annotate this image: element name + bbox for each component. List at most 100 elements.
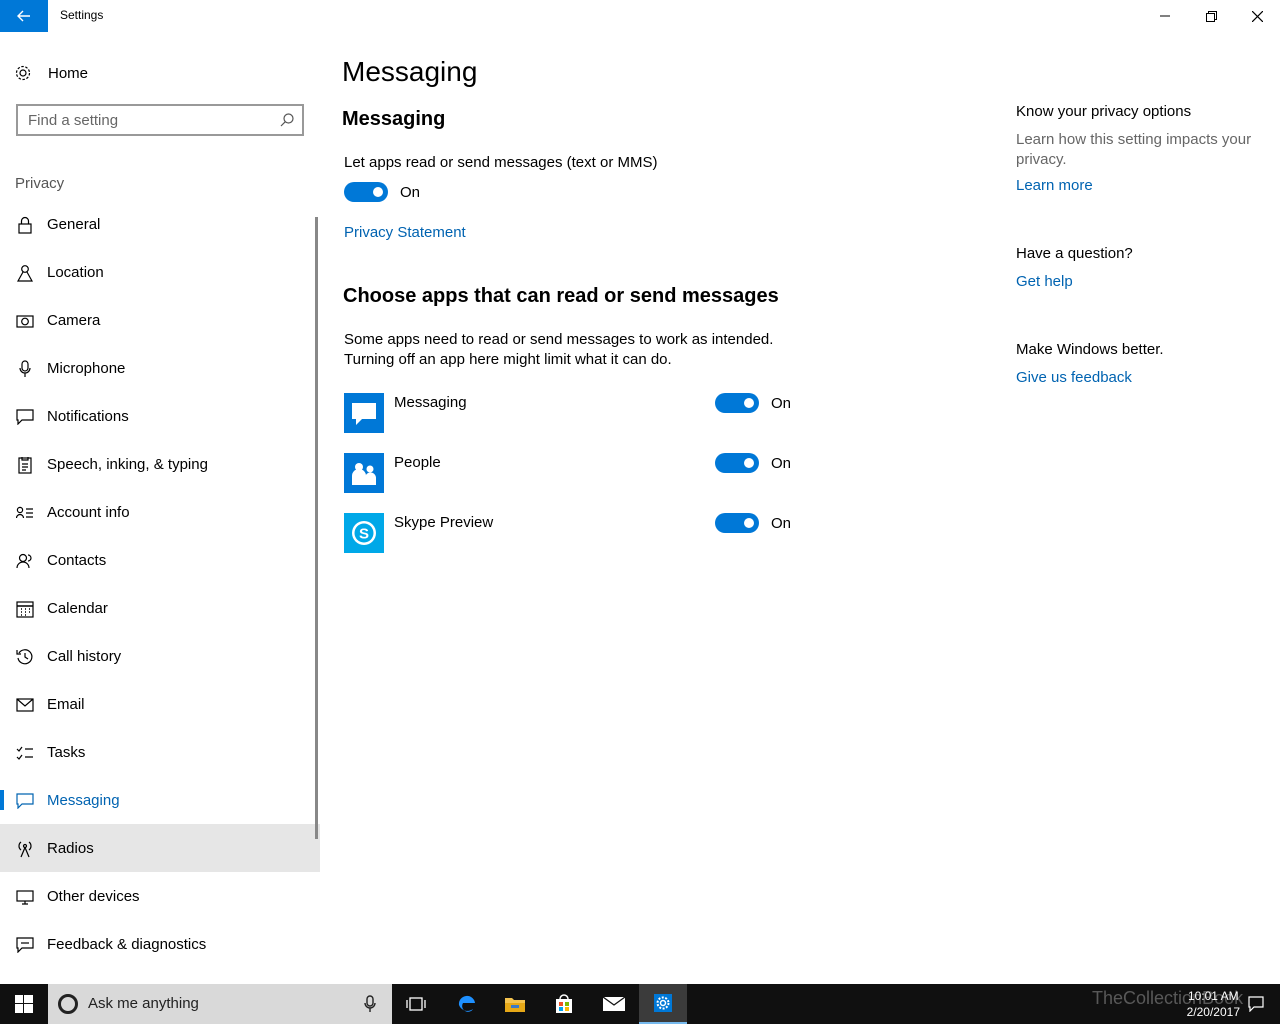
app-name: Skype Preview bbox=[394, 514, 494, 531]
contacts-icon bbox=[16, 552, 34, 570]
mail-icon bbox=[602, 996, 626, 1011]
window-title: Settings bbox=[60, 8, 104, 22]
people-app-icon bbox=[344, 453, 384, 493]
app-name: Messaging bbox=[394, 394, 467, 411]
mail-taskbar-button[interactable] bbox=[590, 984, 638, 1024]
master-messaging-toggle[interactable] bbox=[344, 182, 388, 202]
search-box[interactable] bbox=[16, 104, 304, 136]
messaging-app-toggle[interactable] bbox=[715, 393, 759, 413]
store-taskbar-button[interactable] bbox=[540, 984, 588, 1024]
section-title: Messaging bbox=[342, 108, 446, 130]
email-icon bbox=[16, 696, 34, 714]
master-toggle-description: Let apps read or send messages (text or … bbox=[344, 154, 658, 171]
get-help-link[interactable]: Get help bbox=[1016, 273, 1073, 290]
apps-description: Some apps need to read or send messages … bbox=[344, 330, 773, 370]
question-heading: Have a question? bbox=[1016, 245, 1133, 262]
nav-label: Call history bbox=[47, 647, 122, 665]
nav-item-call-history[interactable]: Call history bbox=[0, 632, 320, 680]
search-input[interactable] bbox=[28, 111, 268, 129]
back-arrow-icon bbox=[17, 10, 30, 22]
skype-app-icon: S bbox=[344, 513, 384, 553]
master-toggle-state: On bbox=[400, 184, 421, 201]
nav-item-other-devices[interactable]: Other devices bbox=[0, 872, 320, 920]
sidebar-scrollbar[interactable] bbox=[315, 217, 318, 839]
home-nav-item[interactable]: Home bbox=[14, 62, 88, 84]
minimize-icon bbox=[1160, 15, 1170, 17]
restore-icon bbox=[1205, 10, 1217, 22]
nav-label: Notifications bbox=[47, 407, 129, 425]
nav-item-notifications[interactable]: Notifications bbox=[0, 392, 320, 440]
settings-taskbar-button[interactable] bbox=[639, 984, 687, 1024]
nav-item-microphone[interactable]: Microphone bbox=[0, 344, 320, 392]
apps-heading: Choose apps that can read or send messag… bbox=[343, 285, 779, 307]
nav-label: Messaging bbox=[47, 791, 120, 809]
edge-taskbar-button[interactable] bbox=[443, 984, 491, 1024]
section-label: Privacy bbox=[15, 175, 65, 192]
skype-app-toggle[interactable] bbox=[715, 513, 759, 533]
microphone-icon[interactable] bbox=[364, 995, 376, 1013]
taskbar: Ask me anything TheCollectionBook 10:01 … bbox=[0, 984, 1280, 1024]
nav-label: Location bbox=[47, 263, 104, 281]
account-info-icon bbox=[16, 504, 34, 522]
nav-item-general[interactable]: General bbox=[0, 200, 320, 248]
nav-item-speech[interactable]: Speech, inking, & typing bbox=[0, 440, 320, 488]
app-name: People bbox=[394, 454, 441, 471]
people-app-toggle[interactable] bbox=[715, 453, 759, 473]
nav-label: Speech, inking, & typing bbox=[47, 455, 208, 473]
action-center-icon bbox=[1248, 996, 1264, 1012]
call-history-icon bbox=[16, 648, 34, 666]
file-explorer-taskbar-button[interactable] bbox=[491, 984, 539, 1024]
nav-label: Contacts bbox=[47, 551, 107, 569]
start-button[interactable] bbox=[0, 984, 48, 1024]
give-feedback-link[interactable]: Give us feedback bbox=[1016, 369, 1132, 386]
messaging-icon bbox=[16, 792, 34, 810]
calendar-icon bbox=[16, 600, 34, 618]
file-explorer-icon bbox=[505, 998, 525, 1012]
nav-item-radios[interactable]: Radios bbox=[0, 824, 320, 872]
nav-label: Other devices bbox=[47, 887, 140, 905]
microphone-icon bbox=[16, 360, 34, 378]
privacy-options-text: Learn how this setting impacts your priv… bbox=[1016, 131, 1252, 168]
nav-item-feedback[interactable]: Feedback & diagnostics bbox=[0, 920, 320, 968]
app-toggle-state: On bbox=[771, 455, 792, 472]
nav-item-tasks[interactable]: Tasks bbox=[0, 728, 320, 776]
title-bar: Settings bbox=[0, 0, 1280, 32]
nav-item-contacts[interactable]: Contacts bbox=[0, 536, 320, 584]
page-title: Messaging bbox=[342, 56, 478, 87]
privacy-options-heading: Know your privacy options bbox=[1016, 103, 1192, 120]
nav-label: Calendar bbox=[47, 599, 108, 617]
close-button[interactable] bbox=[1234, 0, 1280, 32]
action-center-button[interactable] bbox=[1232, 984, 1280, 1024]
gear-icon bbox=[654, 994, 672, 1012]
cortana-icon bbox=[58, 994, 78, 1014]
nav-label: Microphone bbox=[47, 359, 126, 377]
minimize-button[interactable] bbox=[1142, 0, 1188, 32]
nav-label: Account info bbox=[47, 503, 130, 521]
back-button[interactable] bbox=[0, 0, 48, 32]
app-toggle-state: On bbox=[771, 515, 792, 532]
windows-logo-icon bbox=[15, 995, 33, 1013]
nav-item-email[interactable]: Email bbox=[0, 680, 320, 728]
nav-item-calendar[interactable]: Calendar bbox=[0, 584, 320, 632]
gear-icon bbox=[15, 65, 31, 81]
nav-label: Camera bbox=[47, 311, 101, 329]
apps-description-line-1: Some apps need to read or send messages … bbox=[344, 331, 774, 348]
restore-button[interactable] bbox=[1188, 0, 1234, 32]
nav-item-camera[interactable]: Camera bbox=[0, 296, 320, 344]
close-icon bbox=[1251, 10, 1263, 22]
nav-item-messaging[interactable]: Messaging bbox=[0, 776, 320, 824]
learn-more-link[interactable]: Learn more bbox=[1016, 177, 1093, 194]
task-view-icon bbox=[406, 997, 426, 1011]
nav-label: General bbox=[47, 215, 101, 233]
radios-icon bbox=[16, 840, 34, 858]
nav-label: Feedback & diagnostics bbox=[47, 935, 207, 953]
nav-item-location[interactable]: Location bbox=[0, 248, 320, 296]
cortana-search-box[interactable]: Ask me anything bbox=[48, 984, 392, 1024]
nav-item-account-info[interactable]: Account info bbox=[0, 488, 320, 536]
edge-icon bbox=[458, 995, 475, 1012]
task-view-button[interactable] bbox=[392, 984, 440, 1024]
store-icon bbox=[556, 994, 572, 1013]
home-label: Home bbox=[48, 64, 89, 82]
privacy-statement-link[interactable]: Privacy Statement bbox=[344, 224, 466, 241]
privacy-nav-list: General Location Camera Microphone Notif… bbox=[0, 200, 320, 968]
